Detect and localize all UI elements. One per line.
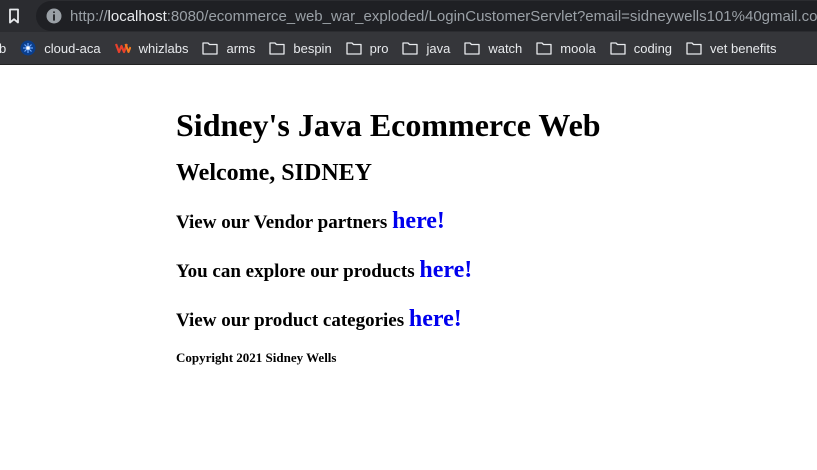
bookmark-label: pro [369, 40, 389, 56]
bookmark-folder-watch[interactable]: watch [457, 32, 529, 64]
categories-link[interactable]: here! [409, 306, 462, 332]
bookmark-folder-bespin[interactable]: bespin [262, 32, 338, 64]
bookmark-folder-coding[interactable]: coding [603, 32, 679, 64]
welcome-heading: Welcome, SIDNEY [176, 160, 372, 186]
bookmarks-bar: b cloud-aca whizlabs arms be [0, 32, 817, 65]
products-text: You can explore our products [176, 261, 420, 282]
vendors-link[interactable]: here! [392, 208, 445, 234]
bookmark-folder-arms[interactable]: arms [195, 32, 262, 64]
categories-line: View our product categories here! [176, 304, 796, 336]
bookmark-folder-pro[interactable]: pro [339, 32, 396, 64]
bookmark-label: arms [226, 40, 256, 56]
bookmark-label: moola [560, 40, 596, 56]
bookmark-label: java [426, 40, 451, 56]
bookmark-folder-java[interactable]: java [395, 32, 457, 64]
page-title: Sidney's Java Ecommerce Web [176, 107, 601, 143]
bookmark-label: bespin [293, 40, 332, 56]
url-host: localhost [107, 7, 167, 25]
bookmark-icon[interactable] [0, 0, 28, 32]
folder-icon [346, 42, 362, 55]
bookmark-folder-vet-benefits[interactable]: vet benefits [679, 32, 784, 64]
folder-icon [686, 42, 702, 55]
folder-icon [202, 42, 219, 55]
folder-icon [269, 42, 286, 55]
bookmark-label: whizlabs [138, 40, 189, 56]
main-content: Sidney's Java Ecommerce Web Welcome, SID… [176, 103, 796, 366]
info-icon[interactable] [46, 8, 62, 24]
categories-text: View our product categories [176, 310, 409, 331]
url-scheme: http:// [70, 7, 108, 25]
bookmark-whizlabs[interactable]: whizlabs [108, 32, 196, 64]
browser-toolbar: http://localhost:8080/ecommerce_web_war_… [0, 0, 817, 32]
bookmark-cloud-aca[interactable]: cloud-aca [13, 32, 107, 64]
products-link[interactable]: here! [419, 257, 472, 283]
url-text[interactable]: http://localhost:8080/ecommerce_web_war_… [70, 8, 817, 25]
folder-icon [402, 42, 419, 55]
address-bar[interactable]: http://localhost:8080/ecommerce_web_war_… [36, 1, 817, 31]
bookmark-partial-label: b [0, 41, 6, 56]
bookmark-folder-moola[interactable]: moola [529, 32, 602, 64]
bookmark-label: cloud-aca [44, 40, 101, 56]
products-line: You can explore our products here! [176, 255, 796, 287]
folder-icon [536, 42, 552, 55]
bookmark-label: vet benefits [710, 40, 777, 56]
bookmark-partial[interactable]: b [0, 32, 13, 64]
vendors-line: View our Vendor partners here! [176, 206, 796, 238]
url-path: :8080/ecommerce_web_war_exploded/LoginCu… [166, 7, 817, 25]
page-content: Sidney's Java Ecommerce Web Welcome, SID… [0, 65, 817, 470]
copyright-text: Copyright 2021 Sidney Wells [176, 350, 337, 365]
folder-icon [464, 42, 480, 55]
bookmark-label: watch [488, 40, 523, 56]
folder-icon [610, 42, 626, 55]
vendors-text: View our Vendor partners [176, 212, 393, 233]
bookmark-label: coding [633, 40, 673, 56]
cloud-aca-favicon [20, 40, 36, 56]
whizlabs-favicon [114, 43, 131, 54]
